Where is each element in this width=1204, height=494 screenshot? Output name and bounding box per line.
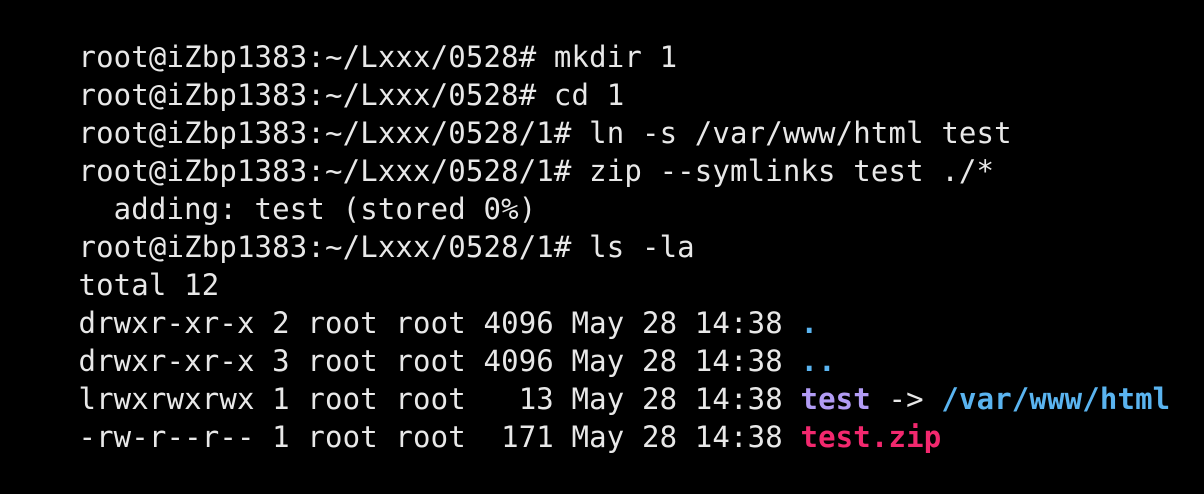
- symlink-name: test: [800, 382, 871, 416]
- file-attributes: drwxr-xr-x 2 root root 4096 May 28 14:38: [78, 306, 801, 340]
- terminal-window[interactable]: root@iZbp1383:~/Lxxx/0528# mkdir 1 root@…: [0, 0, 1204, 454]
- command-text: root@iZbp1383:~/Lxxx/0528/1# ls -la: [78, 230, 695, 264]
- symlink-target: /var/www/html: [941, 382, 1171, 416]
- command-text: root@iZbp1383:~/Lxxx/0528/1# ln -s /var/…: [78, 116, 1012, 150]
- symlink-arrow: ->: [870, 382, 942, 416]
- output-text: adding: test (stored 0%): [78, 192, 537, 226]
- directory-name: ..: [800, 344, 836, 378]
- command-text: root@iZbp1383:~/Lxxx/0528/1# zip --symli…: [78, 154, 995, 188]
- terminal-line: root@iZbp1383:~/Lxxx/0528# mkdir 1: [8, 0, 1204, 74]
- directory-name: .: [800, 306, 819, 340]
- file-attributes: -rw-r--r-- 1 root root 171 May 28 14:38: [78, 420, 801, 454]
- command-text: root@iZbp1383:~/Lxxx/0528# cd 1: [78, 78, 625, 112]
- file-attributes: drwxr-xr-x 3 root root 4096 May 28 14:38: [78, 344, 801, 378]
- file-attributes: lrwxrwxrwx 1 root root 13 May 28 14:38: [78, 382, 801, 416]
- archive-file-name: test.zip: [800, 420, 942, 454]
- output-text: total 12: [78, 268, 220, 302]
- command-text: root@iZbp1383:~/Lxxx/0528# mkdir 1: [78, 40, 678, 74]
